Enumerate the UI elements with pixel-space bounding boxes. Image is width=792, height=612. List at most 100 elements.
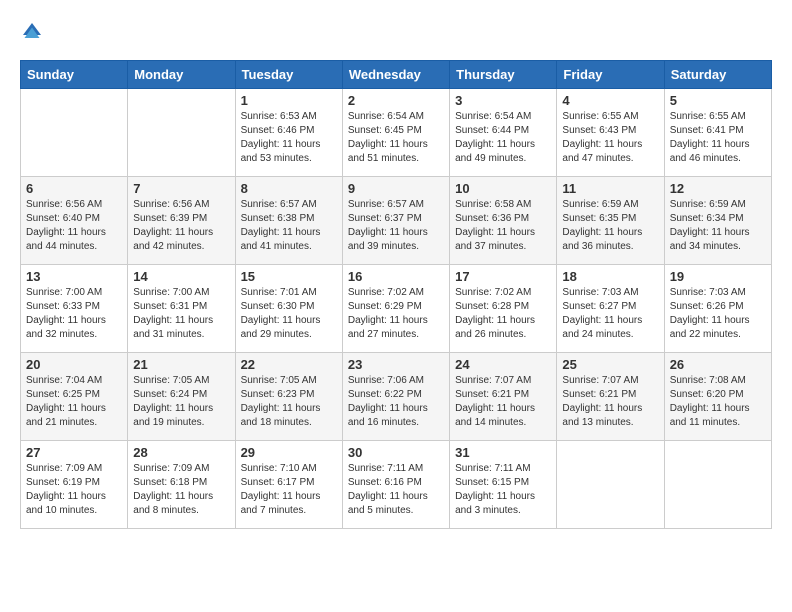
- calendar-cell: 27 Sunrise: 7:09 AM Sunset: 6:19 PM Dayli…: [21, 441, 128, 529]
- day-number: 9: [348, 181, 444, 196]
- day-info: Sunrise: 7:08 AM Sunset: 6:20 PM Dayligh…: [670, 374, 766, 430]
- day-number: 15: [241, 269, 337, 284]
- day-number: 3: [455, 93, 551, 108]
- day-number: 29: [241, 445, 337, 460]
- day-number: 26: [670, 357, 766, 372]
- calendar-cell: 10Sunrise: 6:58 AM Sunset: 6:36 PM Dayli…: [450, 177, 557, 265]
- calendar-cell: 6 Sunrise: 6:56 AM Sunset: 6:40 PM Daylig…: [21, 177, 128, 265]
- day-info: Sunrise: 7:11 AM Sunset: 6:15 PM Dayligh…: [455, 462, 551, 518]
- calendar-cell: 29 Sunrise: 7:10 AM Sunset: 6:17 PM Dayli…: [235, 441, 342, 529]
- calendar-cell: 15 Sunrise: 7:01 AM Sunset: 6:30 PM Dayli…: [235, 265, 342, 353]
- day-info: Sunrise: 6:56 AM Sunset: 6:39 PM Dayligh…: [133, 198, 229, 254]
- day-info: Sunrise: 6:55 AM Sunset: 6:41 PM Dayligh…: [670, 110, 766, 166]
- logo: [20, 20, 48, 44]
- calendar-cell: 11 Sunrise: 6:59 AM Sunset: 6:35 PM Dayli…: [557, 177, 664, 265]
- calendar-cell: 4 Sunrise: 6:55 AM Sunset: 6:43 PM Daylig…: [557, 89, 664, 177]
- calendar-cell: 31 Sunrise: 7:11 AM Sunset: 6:15 PM Dayli…: [450, 441, 557, 529]
- calendar-cell: 7 Sunrise: 6:56 AM Sunset: 6:39 PM Daylig…: [128, 177, 235, 265]
- calendar-cell: 13Sunrise: 7:00 AM Sunset: 6:33 PM Dayli…: [21, 265, 128, 353]
- day-number: 12: [670, 181, 766, 196]
- day-info: Sunrise: 7:03 AM Sunset: 6:26 PM Dayligh…: [670, 286, 766, 342]
- day-number: 21: [133, 357, 229, 372]
- day-info: Sunrise: 6:59 AM Sunset: 6:35 PM Dayligh…: [562, 198, 658, 254]
- day-number: 31: [455, 445, 551, 460]
- weekday-header-tuesday: Tuesday: [235, 61, 342, 89]
- day-info: Sunrise: 7:05 AM Sunset: 6:23 PM Dayligh…: [241, 374, 337, 430]
- day-number: 7: [133, 181, 229, 196]
- calendar-cell: 5 Sunrise: 6:55 AM Sunset: 6:41 PM Daylig…: [664, 89, 771, 177]
- calendar-cell: 22 Sunrise: 7:05 AM Sunset: 6:23 PM Dayli…: [235, 353, 342, 441]
- day-info: Sunrise: 7:04 AM Sunset: 6:25 PM Dayligh…: [26, 374, 122, 430]
- week-row-2: 6 Sunrise: 6:56 AM Sunset: 6:40 PM Daylig…: [21, 177, 772, 265]
- day-info: Sunrise: 7:07 AM Sunset: 6:21 PM Dayligh…: [455, 374, 551, 430]
- calendar-cell: 19 Sunrise: 7:03 AM Sunset: 6:26 PM Dayli…: [664, 265, 771, 353]
- calendar-cell: 2 Sunrise: 6:54 AM Sunset: 6:45 PM Daylig…: [342, 89, 449, 177]
- weekday-header-sunday: Sunday: [21, 61, 128, 89]
- calendar-cell: 3Sunrise: 6:54 AM Sunset: 6:44 PM Daylig…: [450, 89, 557, 177]
- calendar-cell: 1 Sunrise: 6:53 AM Sunset: 6:46 PM Daylig…: [235, 89, 342, 177]
- day-number: 30: [348, 445, 444, 460]
- day-number: 1: [241, 93, 337, 108]
- calendar-cell: [21, 89, 128, 177]
- calendar-cell: [664, 441, 771, 529]
- day-number: 14: [133, 269, 229, 284]
- calendar-cell: 23 Sunrise: 7:06 AM Sunset: 6:22 PM Dayli…: [342, 353, 449, 441]
- weekday-header-saturday: Saturday: [664, 61, 771, 89]
- week-row-1: 1 Sunrise: 6:53 AM Sunset: 6:46 PM Daylig…: [21, 89, 772, 177]
- day-number: 22: [241, 357, 337, 372]
- day-number: 4: [562, 93, 658, 108]
- calendar-cell: 9 Sunrise: 6:57 AM Sunset: 6:37 PM Daylig…: [342, 177, 449, 265]
- day-info: Sunrise: 6:53 AM Sunset: 6:46 PM Dayligh…: [241, 110, 337, 166]
- calendar-cell: 14 Sunrise: 7:00 AM Sunset: 6:31 PM Dayli…: [128, 265, 235, 353]
- calendar-cell: 16Sunrise: 7:02 AM Sunset: 6:29 PM Dayli…: [342, 265, 449, 353]
- day-info: Sunrise: 7:11 AM Sunset: 6:16 PM Dayligh…: [348, 462, 444, 518]
- weekday-header-wednesday: Wednesday: [342, 61, 449, 89]
- day-number: 20: [26, 357, 122, 372]
- day-info: Sunrise: 7:09 AM Sunset: 6:19 PM Dayligh…: [26, 462, 122, 518]
- day-number: 13: [26, 269, 122, 284]
- day-info: Sunrise: 6:59 AM Sunset: 6:34 PM Dayligh…: [670, 198, 766, 254]
- day-number: 19: [670, 269, 766, 284]
- day-info: Sunrise: 7:02 AM Sunset: 6:28 PM Dayligh…: [455, 286, 551, 342]
- calendar-cell: [557, 441, 664, 529]
- day-info: Sunrise: 7:10 AM Sunset: 6:17 PM Dayligh…: [241, 462, 337, 518]
- day-info: Sunrise: 7:03 AM Sunset: 6:27 PM Dayligh…: [562, 286, 658, 342]
- day-number: 5: [670, 93, 766, 108]
- calendar-cell: 26 Sunrise: 7:08 AM Sunset: 6:20 PM Dayli…: [664, 353, 771, 441]
- day-number: 6: [26, 181, 122, 196]
- calendar-table: SundayMondayTuesdayWednesdayThursdayFrid…: [20, 60, 772, 529]
- logo-icon: [20, 20, 44, 44]
- calendar-cell: 30 Sunrise: 7:11 AM Sunset: 6:16 PM Dayli…: [342, 441, 449, 529]
- header: [20, 20, 772, 44]
- day-info: Sunrise: 7:07 AM Sunset: 6:21 PM Dayligh…: [562, 374, 658, 430]
- calendar-cell: 8Sunrise: 6:57 AM Sunset: 6:38 PM Daylig…: [235, 177, 342, 265]
- day-number: 18: [562, 269, 658, 284]
- day-number: 2: [348, 93, 444, 108]
- day-number: 23: [348, 357, 444, 372]
- day-number: 17: [455, 269, 551, 284]
- day-info: Sunrise: 6:57 AM Sunset: 6:37 PM Dayligh…: [348, 198, 444, 254]
- day-number: 11: [562, 181, 658, 196]
- day-info: Sunrise: 7:06 AM Sunset: 6:22 PM Dayligh…: [348, 374, 444, 430]
- day-info: Sunrise: 7:05 AM Sunset: 6:24 PM Dayligh…: [133, 374, 229, 430]
- weekday-header-monday: Monday: [128, 61, 235, 89]
- week-row-3: 13Sunrise: 7:00 AM Sunset: 6:33 PM Dayli…: [21, 265, 772, 353]
- day-info: Sunrise: 7:00 AM Sunset: 6:31 PM Dayligh…: [133, 286, 229, 342]
- weekday-header-friday: Friday: [557, 61, 664, 89]
- calendar-cell: 28Sunrise: 7:09 AM Sunset: 6:18 PM Dayli…: [128, 441, 235, 529]
- day-number: 10: [455, 181, 551, 196]
- week-row-4: 20 Sunrise: 7:04 AM Sunset: 6:25 PM Dayli…: [21, 353, 772, 441]
- calendar-cell: 12 Sunrise: 6:59 AM Sunset: 6:34 PM Dayli…: [664, 177, 771, 265]
- day-number: 27: [26, 445, 122, 460]
- weekday-header-row: SundayMondayTuesdayWednesdayThursdayFrid…: [21, 61, 772, 89]
- calendar-cell: 25Sunrise: 7:07 AM Sunset: 6:21 PM Dayli…: [557, 353, 664, 441]
- calendar-cell: 21 Sunrise: 7:05 AM Sunset: 6:24 PM Dayli…: [128, 353, 235, 441]
- day-info: Sunrise: 7:01 AM Sunset: 6:30 PM Dayligh…: [241, 286, 337, 342]
- day-info: Sunrise: 6:56 AM Sunset: 6:40 PM Dayligh…: [26, 198, 122, 254]
- day-info: Sunrise: 6:54 AM Sunset: 6:45 PM Dayligh…: [348, 110, 444, 166]
- calendar-cell: 20 Sunrise: 7:04 AM Sunset: 6:25 PM Dayli…: [21, 353, 128, 441]
- calendar-cell: [128, 89, 235, 177]
- day-info: Sunrise: 6:55 AM Sunset: 6:43 PM Dayligh…: [562, 110, 658, 166]
- day-number: 28: [133, 445, 229, 460]
- calendar-cell: 24Sunrise: 7:07 AM Sunset: 6:21 PM Dayli…: [450, 353, 557, 441]
